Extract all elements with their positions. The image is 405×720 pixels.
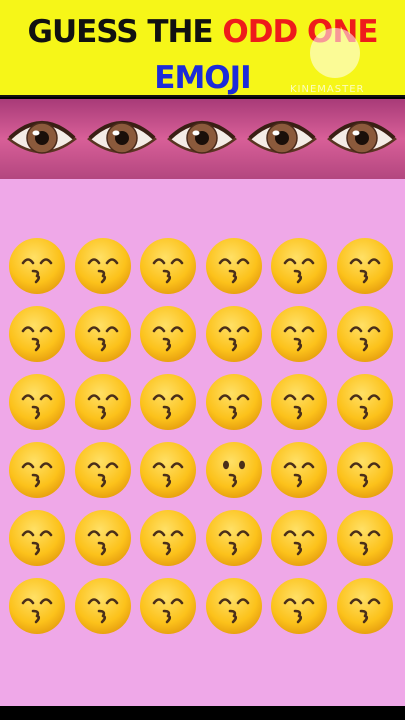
kissing-face-with-smiling-eyes-icon[interactable] bbox=[73, 304, 133, 364]
kissing-face-with-smiling-eyes-icon[interactable] bbox=[335, 304, 395, 364]
kissing-face-with-smiling-eyes-icon[interactable] bbox=[73, 440, 133, 500]
eye-icon bbox=[326, 113, 398, 163]
kissing-face-with-smiling-eyes-icon[interactable] bbox=[269, 372, 329, 432]
eye-banner bbox=[0, 99, 405, 179]
kissing-face-with-smiling-eyes-icon[interactable] bbox=[138, 236, 198, 296]
kissing-face-with-smiling-eyes-icon[interactable] bbox=[204, 576, 264, 636]
title-part-black: GUESS THE bbox=[27, 14, 223, 50]
kissing-face-with-smiling-eyes-icon[interactable] bbox=[204, 236, 264, 296]
kissing-face-with-smiling-eyes-icon[interactable] bbox=[7, 236, 67, 296]
kissing-face-with-smiling-eyes-icon[interactable] bbox=[138, 304, 198, 364]
kissing-face-with-smiling-eyes-icon[interactable] bbox=[7, 576, 67, 636]
title-banner: GUESS THE ODD ONE EMOJI KINEMASTER bbox=[0, 0, 405, 97]
kissing-face-with-smiling-eyes-icon[interactable] bbox=[269, 576, 329, 636]
kissing-face-with-smiling-eyes-icon[interactable] bbox=[7, 440, 67, 500]
eye-icon bbox=[166, 113, 238, 163]
kissing-face-with-smiling-eyes-icon[interactable] bbox=[335, 372, 395, 432]
kissing-face-with-smiling-eyes-icon[interactable] bbox=[335, 236, 395, 296]
kissing-face-with-smiling-eyes-icon[interactable] bbox=[138, 440, 198, 500]
kissing-face-with-smiling-eyes-icon[interactable] bbox=[7, 508, 67, 568]
watermark-text: KINEMASTER bbox=[290, 84, 365, 95]
kinemaster-logo-icon bbox=[310, 28, 360, 78]
kissing-face-icon[interactable] bbox=[204, 440, 264, 500]
kissing-face-with-smiling-eyes-icon[interactable] bbox=[7, 304, 67, 364]
kissing-face-with-smiling-eyes-icon[interactable] bbox=[335, 508, 395, 568]
kissing-face-with-smiling-eyes-icon[interactable] bbox=[269, 440, 329, 500]
kissing-face-with-smiling-eyes-icon[interactable] bbox=[138, 372, 198, 432]
kissing-face-with-smiling-eyes-icon[interactable] bbox=[73, 576, 133, 636]
kissing-face-with-smiling-eyes-icon[interactable] bbox=[138, 508, 198, 568]
kissing-face-with-smiling-eyes-icon[interactable] bbox=[269, 304, 329, 364]
kissing-face-with-smiling-eyes-icon[interactable] bbox=[7, 372, 67, 432]
kissing-face-with-smiling-eyes-icon[interactable] bbox=[73, 236, 133, 296]
kissing-face-with-smiling-eyes-icon[interactable] bbox=[204, 372, 264, 432]
eye-icon bbox=[86, 113, 158, 163]
kissing-face-with-smiling-eyes-icon[interactable] bbox=[269, 236, 329, 296]
kissing-face-with-smiling-eyes-icon[interactable] bbox=[204, 508, 264, 568]
eye-icon bbox=[6, 113, 78, 163]
emoji-grid bbox=[0, 179, 405, 706]
kissing-face-with-smiling-eyes-icon[interactable] bbox=[73, 508, 133, 568]
kissing-face-with-smiling-eyes-icon[interactable] bbox=[73, 372, 133, 432]
kissing-face-with-smiling-eyes-icon[interactable] bbox=[138, 576, 198, 636]
kissing-face-with-smiling-eyes-icon[interactable] bbox=[335, 440, 395, 500]
kissing-face-with-smiling-eyes-icon[interactable] bbox=[204, 304, 264, 364]
kissing-face-with-smiling-eyes-icon[interactable] bbox=[335, 576, 395, 636]
eye-icon bbox=[246, 113, 318, 163]
kissing-face-with-smiling-eyes-icon[interactable] bbox=[269, 508, 329, 568]
